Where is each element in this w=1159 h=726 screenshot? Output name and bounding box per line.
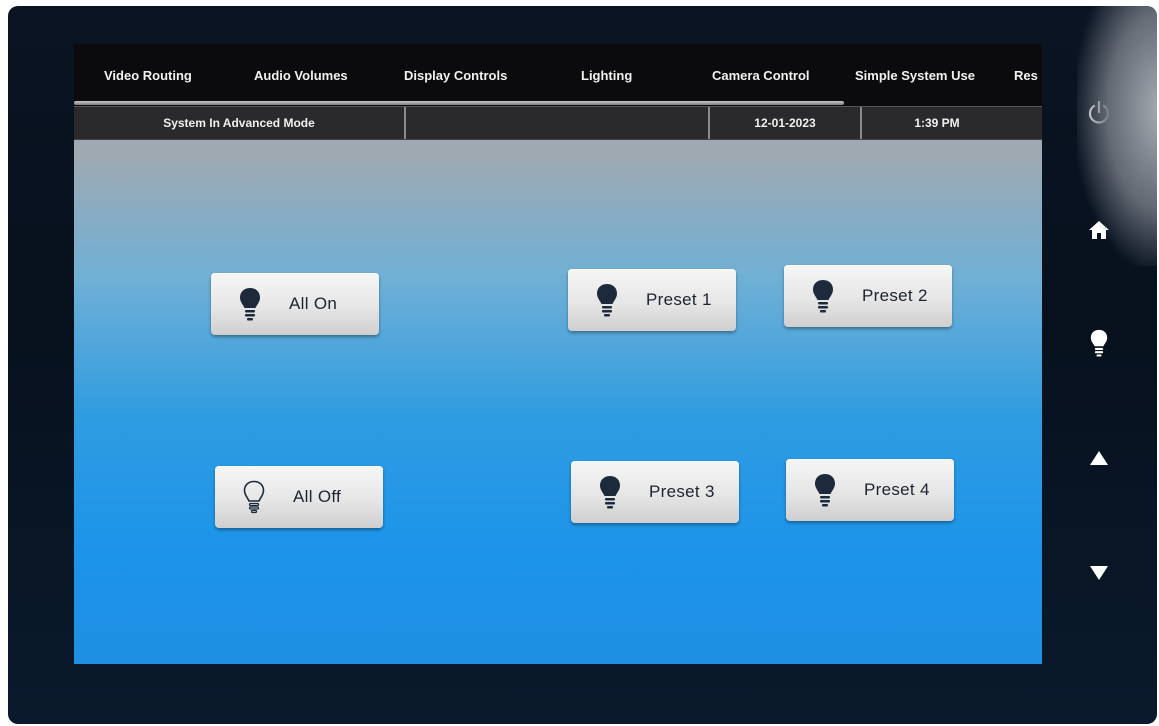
home-icon[interactable]	[1084, 215, 1114, 245]
arrow-down-icon[interactable]	[1084, 558, 1114, 588]
arrow-up-icon[interactable]	[1084, 443, 1114, 473]
all-on-button[interactable]: All On	[211, 273, 379, 335]
preset-2-button[interactable]: Preset 2	[784, 265, 952, 327]
power-icon[interactable]	[1084, 98, 1114, 128]
tab-video-routing[interactable]: Video Routing	[104, 68, 192, 83]
touch-panel-screen: Video Routing Audio Volumes Display Cont…	[74, 44, 1042, 664]
lightbulb-filled-icon	[812, 473, 838, 507]
tab-lighting[interactable]: Lighting	[581, 68, 632, 83]
preset-2-label: Preset 2	[862, 286, 928, 305]
lightbulb-filled-icon	[810, 279, 836, 313]
preset-4-button[interactable]: Preset 4	[786, 459, 954, 521]
status-empty-field	[406, 107, 710, 139]
lightbulb-filled-icon	[597, 475, 623, 509]
nav-scrollbar[interactable]	[74, 101, 844, 105]
preset-3-label: Preset 3	[649, 482, 715, 501]
all-on-label: All On	[289, 294, 338, 313]
preset-1-button[interactable]: Preset 1	[568, 269, 736, 331]
preset-4-label: Preset 4	[864, 480, 930, 499]
lightbulb-filled-icon	[594, 283, 620, 317]
tab-simple-system-use[interactable]: Simple System Use	[855, 68, 975, 83]
all-off-button[interactable]: All Off	[215, 466, 383, 528]
top-navigation-bar: Video Routing Audio Volumes Display Cont…	[74, 44, 1042, 106]
tab-camera-control[interactable]: Camera Control	[712, 68, 810, 83]
preset-3-button[interactable]: Preset 3	[571, 461, 739, 523]
all-off-label: All Off	[293, 487, 342, 506]
system-mode-label: System In Advanced Mode	[74, 107, 406, 139]
tab-display-controls[interactable]: Display Controls	[404, 68, 507, 83]
device-photo-frame: Video Routing Audio Volumes Display Cont…	[8, 6, 1157, 724]
status-date: 12-01-2023	[710, 107, 862, 139]
status-time: 1:39 PM	[914, 116, 960, 130]
status-bar: System In Advanced Mode 12-01-2023 1:39 …	[74, 106, 1042, 140]
lightbulb-icon[interactable]	[1084, 328, 1114, 358]
tab-audio-volumes[interactable]: Audio Volumes	[254, 68, 348, 83]
tab-res-truncated[interactable]: Res	[1014, 68, 1038, 83]
preset-1-label: Preset 1	[646, 290, 712, 309]
lightbulb-filled-icon	[237, 287, 263, 321]
lightbulb-outline-icon	[241, 480, 267, 514]
